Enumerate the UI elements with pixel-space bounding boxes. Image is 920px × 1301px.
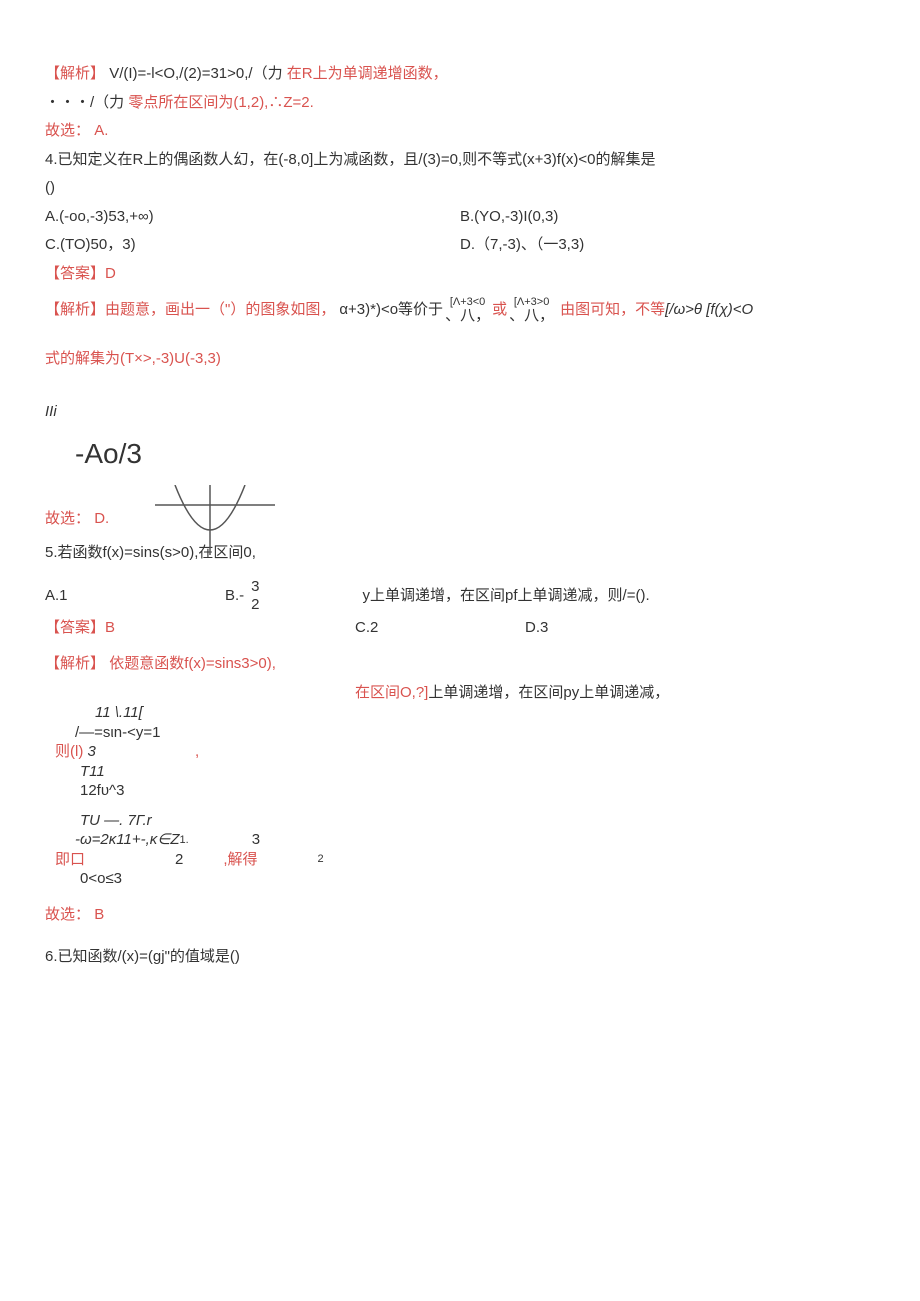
text: [/ω>θ [f(χ)<O [665, 296, 753, 325]
q4-stem-a: 4.已知定义在R上的偶函数人幻，在(-8,0]上为减函数，且/(3)=0,则不等… [45, 146, 875, 175]
select-value: B [94, 906, 104, 923]
select-label: 故选： [45, 906, 90, 923]
text: 2 [175, 850, 183, 870]
q4-optA: A.(-oo,-3)53,+∞) [45, 203, 460, 232]
select-value: D. [94, 510, 109, 527]
q4-analysis-line2: 式的解集为(T×>,-3)U(-3,3) [45, 345, 875, 374]
q4-options-row2: C.(TO)50，3) D.（7,-3)、（一3,3) [45, 231, 875, 260]
select-label: 故选： [45, 122, 90, 139]
text: 零点所在区间为(1,2),∴Z=2. [128, 94, 313, 111]
q5-optA: A.1 [45, 582, 225, 611]
text: V/(I)=-l<O,/(2)=31>0,/（力 [109, 65, 282, 82]
q4-select: 故选： D. [45, 505, 875, 534]
text: /—=sιn-<y=1 [55, 723, 875, 743]
analysis-label: 【解析】 [45, 655, 105, 672]
q4-optB: B.(YO,-3)I(0,3) [460, 203, 875, 232]
q5-optB-frac: 3 2 [248, 578, 262, 614]
text: 3 [88, 743, 96, 760]
text: T11 [55, 762, 875, 782]
text: 在区间O,?]上单调递增，在区间py上单调递减， [355, 679, 669, 708]
q4-stem-b: () [45, 174, 875, 203]
graph-curve-icon [155, 485, 275, 566]
text: 或 [492, 296, 507, 325]
text: 0<o≤3 [55, 869, 875, 889]
frac-bot: 2 [318, 852, 324, 866]
text: 1. [180, 833, 189, 847]
q4-optD: D.（7,-3)、（一3,3) [460, 231, 875, 260]
q5-work-block: 11 \.11[ /—=sιn-<y=1 则(l) 3 , T11 12fυ^3… [55, 703, 875, 889]
q5-opts-line: A.1 B.- 3 2 y上单调递增，在区间pf上单调递减，则/=(). [45, 578, 875, 614]
text: 由题意，画出一（"）的图象如图， [105, 296, 335, 325]
frac-top: 3 [248, 578, 262, 596]
select-value: A. [94, 122, 108, 139]
q4-options-row1: A.(-oo,-3)53,+∞) B.(YO,-3)I(0,3) [45, 203, 875, 232]
frac-top: 3 [249, 831, 263, 849]
text: 由图可知，不等 [560, 296, 665, 325]
text: ・・・/（力 [45, 94, 124, 111]
q4-optC: C.(TO)50，3) [45, 231, 460, 260]
q5-optC: C.2 [355, 614, 525, 643]
brace-mid: 、八， [509, 308, 554, 325]
q5-optB: B.- [225, 582, 244, 611]
q5-optD: D.3 [525, 614, 548, 643]
q6-stem: 6.已知函数/(x)=(gj"的值域是() [45, 943, 875, 972]
text: ,解得 [223, 850, 257, 870]
text: 则(l) [55, 743, 83, 760]
q5-stem-right: y上单调递增，在区间pf上单调递减，则/=(). [263, 582, 875, 611]
text: 12fυ^3 [55, 781, 875, 801]
text: -ω=2κ11+-,κ∈Z [55, 830, 180, 850]
q5-select: 故选： B [45, 901, 875, 930]
frac: 3 [249, 831, 263, 849]
q3-select: 故选： A. [45, 117, 875, 146]
analysis-label: 【解析】 [45, 65, 105, 82]
text: TU —. 7Γ.r [55, 811, 875, 831]
q4-answer: 【答案】D [45, 260, 875, 289]
select-label: 故选： [45, 510, 90, 527]
text: α+3)*)<o等价于 [339, 296, 443, 325]
q5-answer: 【答案】B [45, 614, 355, 643]
text: 依题意函数f(x)=sins3>0), [109, 655, 276, 672]
graph-axis: -Ao/3 [45, 427, 875, 480]
q5-analysis-1: 【解析】 依题意函数f(x)=sins3>0), [45, 650, 875, 679]
q4-analysis-line1: 【解析】 由题意，画出一（"）的图象如图， α+3)*)<o等价于 [Λ+3<0… [45, 296, 875, 325]
graph-label: IIi [45, 398, 875, 427]
q3-analysis-line1: 【解析】 V/(I)=-l<O,/(2)=31>0,/（力 在R上为单调递增函数… [45, 60, 875, 89]
analysis-label: 【解析】 [45, 296, 105, 325]
q5-ans-C-D: 【答案】B C.2 D.3 [45, 614, 875, 643]
text: 在R上为单调递增函数， [287, 65, 448, 82]
text: 即口 [55, 850, 85, 870]
frac-bot: 2 [248, 596, 262, 614]
brace-mid: 、八， [445, 308, 490, 325]
q3-analysis-line2: ・・・/（力 零点所在区间为(1,2),∴Z=2. [45, 89, 875, 118]
